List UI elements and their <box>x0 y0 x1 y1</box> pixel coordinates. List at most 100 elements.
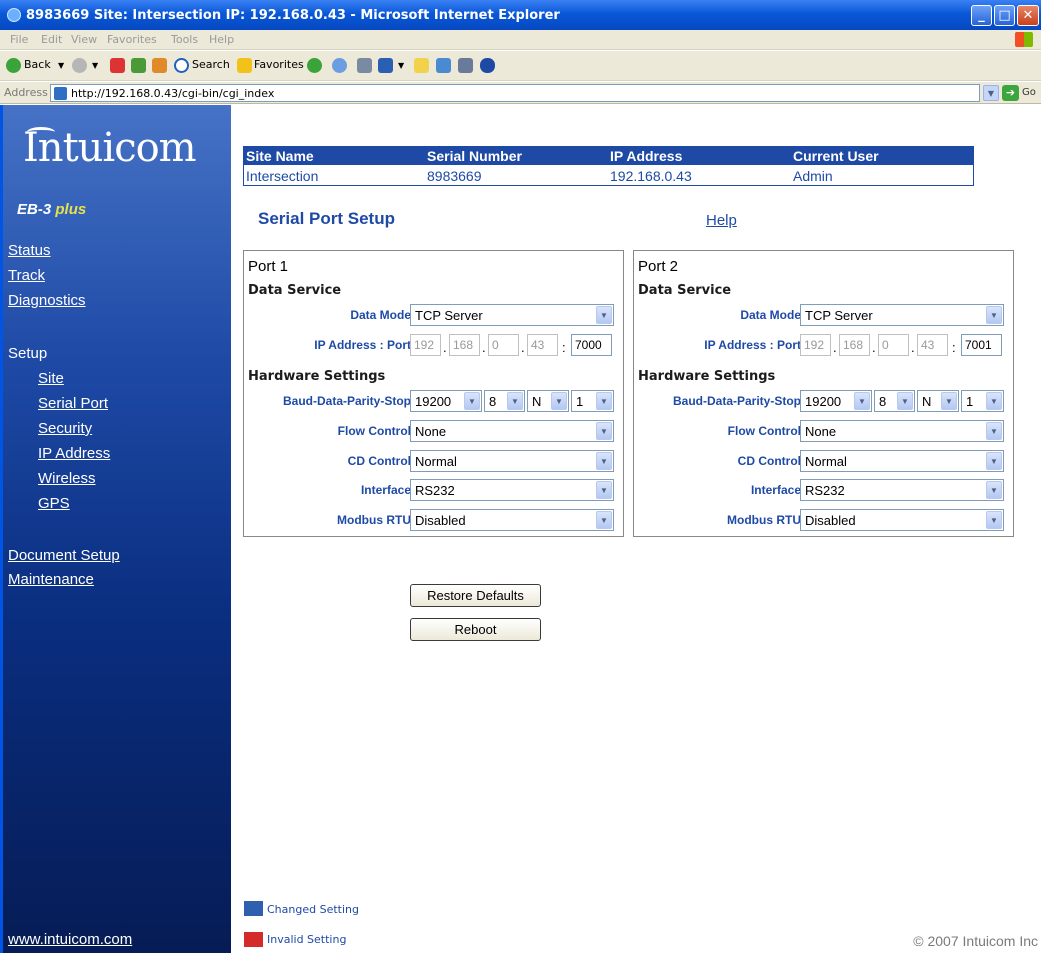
stop-bits-value: 1 <box>966 394 974 409</box>
stop-bits-value: 1 <box>576 394 584 409</box>
parity-select[interactable]: N ▼ <box>527 390 569 412</box>
go-arrow-icon[interactable]: ➔ <box>1002 85 1019 101</box>
reboot-button[interactable]: Reboot <box>410 618 541 641</box>
port-title: Port 2 <box>638 258 679 275</box>
edit-dropdown-icon[interactable]: ▼ <box>398 61 404 70</box>
address-dropdown-icon[interactable]: ▼ <box>983 85 999 101</box>
ip-octet-3: 0 <box>488 334 519 356</box>
nav-document-setup[interactable]: Document Setup <box>8 547 120 564</box>
cd-control-label: CD Control <box>347 454 411 468</box>
product-model: EB-3 <box>17 201 52 218</box>
help-link[interactable]: Help <box>706 212 737 229</box>
data-bits-select[interactable]: 8 ▼ <box>874 390 915 412</box>
forward-dropdown-icon[interactable]: ▼ <box>92 61 98 70</box>
chevron-down-icon: ▼ <box>986 422 1002 440</box>
go-button[interactable]: Go <box>1022 87 1036 98</box>
media-icon[interactable] <box>307 58 322 73</box>
modbus-rtu-select[interactable]: Disabled ▼ <box>800 509 1004 531</box>
changed-setting-swatch <box>244 901 263 916</box>
word-icon[interactable] <box>378 58 393 73</box>
cd-control-value: Normal <box>805 454 847 469</box>
search-icon[interactable] <box>174 58 189 73</box>
notes-icon[interactable] <box>414 58 429 73</box>
close-button[interactable]: ✕ <box>1017 5 1039 26</box>
cd-control-select[interactable]: Normal ▼ <box>410 450 614 472</box>
baud-rate-value: 19200 <box>805 394 842 409</box>
home-icon[interactable] <box>152 58 167 73</box>
modbus-rtu-value: Disabled <box>805 513 856 528</box>
favorites-star-icon[interactable] <box>237 58 252 73</box>
baud-rate-select[interactable]: 19200 ▼ <box>800 390 872 412</box>
col-site-name: Site Name <box>246 148 314 164</box>
back-icon[interactable] <box>6 58 21 73</box>
history-icon[interactable] <box>332 58 347 73</box>
flow-control-select[interactable]: None ▼ <box>410 420 614 442</box>
maximize-button[interactable]: □ <box>994 5 1015 26</box>
research-icon[interactable] <box>458 58 473 73</box>
windows-logo-icon <box>1015 32 1033 47</box>
data-mode-select[interactable]: TCP Server ▼ <box>800 304 1004 326</box>
search-button[interactable]: Search <box>192 58 230 71</box>
cd-control-label: CD Control <box>737 454 801 468</box>
menu-edit[interactable]: Edit <box>41 33 62 46</box>
interface-value: RS232 <box>805 483 845 498</box>
modbus-rtu-select[interactable]: Disabled ▼ <box>410 509 614 531</box>
favorites-button[interactable]: Favorites <box>254 58 304 71</box>
parity-select[interactable]: N ▼ <box>917 390 959 412</box>
back-button[interactable]: Back <box>24 58 51 71</box>
nav-gps[interactable]: GPS <box>38 495 70 512</box>
flow-control-select[interactable]: None ▼ <box>800 420 1004 442</box>
parity-value: N <box>922 394 932 409</box>
messenger-icon[interactable] <box>436 58 451 73</box>
invalid-setting-label: Invalid Setting <box>267 933 347 946</box>
nav-serial-port[interactable]: Serial Port <box>38 395 108 412</box>
interface-value: RS232 <box>415 483 455 498</box>
data-bits-select[interactable]: 8 ▼ <box>484 390 525 412</box>
intuicom-website-link[interactable]: www.intuicom.com <box>8 931 132 948</box>
cd-control-select[interactable]: Normal ▼ <box>800 450 1004 472</box>
minimize-button[interactable]: _ <box>971 5 992 26</box>
menu-help[interactable]: Help <box>209 33 234 46</box>
menu-view[interactable]: View <box>71 33 97 46</box>
nav-wireless[interactable]: Wireless <box>38 470 96 487</box>
bluetooth-icon[interactable] <box>480 58 495 73</box>
stop-bits-select[interactable]: 1 ▼ <box>961 390 1004 412</box>
port-number-input[interactable]: 7000 <box>571 334 612 356</box>
nav-track[interactable]: Track <box>8 267 45 284</box>
back-dropdown-icon[interactable]: ▼ <box>58 61 64 70</box>
baud-rate-value: 19200 <box>415 394 452 409</box>
chevron-down-icon: ▼ <box>986 481 1002 499</box>
restore-defaults-button[interactable]: Restore Defaults <box>410 584 541 607</box>
nav-ip-address[interactable]: IP Address <box>38 445 110 462</box>
forward-icon[interactable] <box>72 58 87 73</box>
nav-status[interactable]: Status <box>8 242 51 259</box>
stop-bits-select[interactable]: 1 ▼ <box>571 390 614 412</box>
port-number-input[interactable]: 7001 <box>961 334 1002 356</box>
interface-select[interactable]: RS232 ▼ <box>800 479 1004 501</box>
ip-colon: : <box>562 340 566 355</box>
menu-file[interactable]: File <box>10 33 28 46</box>
modbus-rtu-label: Modbus RTU <box>337 513 411 527</box>
nav-diagnostics[interactable]: Diagnostics <box>8 292 86 309</box>
interface-select[interactable]: RS232 ▼ <box>410 479 614 501</box>
print-icon[interactable] <box>357 58 372 73</box>
nav-site[interactable]: Site <box>38 370 64 387</box>
chevron-down-icon: ▼ <box>596 422 612 440</box>
baud-rate-select[interactable]: 19200 ▼ <box>410 390 482 412</box>
data-service-heading: Data Service <box>638 283 732 298</box>
refresh-icon[interactable] <box>131 58 146 73</box>
hardware-settings-heading: Hardware Settings <box>638 369 776 384</box>
ip-port-label: IP Address : Port <box>314 338 411 352</box>
site-info-table: Site Name Serial Number IP Address Curre… <box>243 146 974 186</box>
address-input[interactable]: http://192.168.0.43/cgi-bin/cgi_index <box>50 84 980 102</box>
nav-security[interactable]: Security <box>38 420 92 437</box>
changed-setting-label: Changed Setting <box>267 903 359 916</box>
stop-icon[interactable] <box>110 58 125 73</box>
menu-tools[interactable]: Tools <box>171 33 198 46</box>
nav-maintenance[interactable]: Maintenance <box>8 571 94 588</box>
menu-favorites[interactable]: Favorites <box>107 33 157 46</box>
window-title: 8983669 Site: Intersection IP: 192.168.0… <box>26 8 560 23</box>
ip-dot: . <box>833 340 837 355</box>
address-url: http://192.168.0.43/cgi-bin/cgi_index <box>71 87 275 100</box>
data-mode-select[interactable]: TCP Server ▼ <box>410 304 614 326</box>
